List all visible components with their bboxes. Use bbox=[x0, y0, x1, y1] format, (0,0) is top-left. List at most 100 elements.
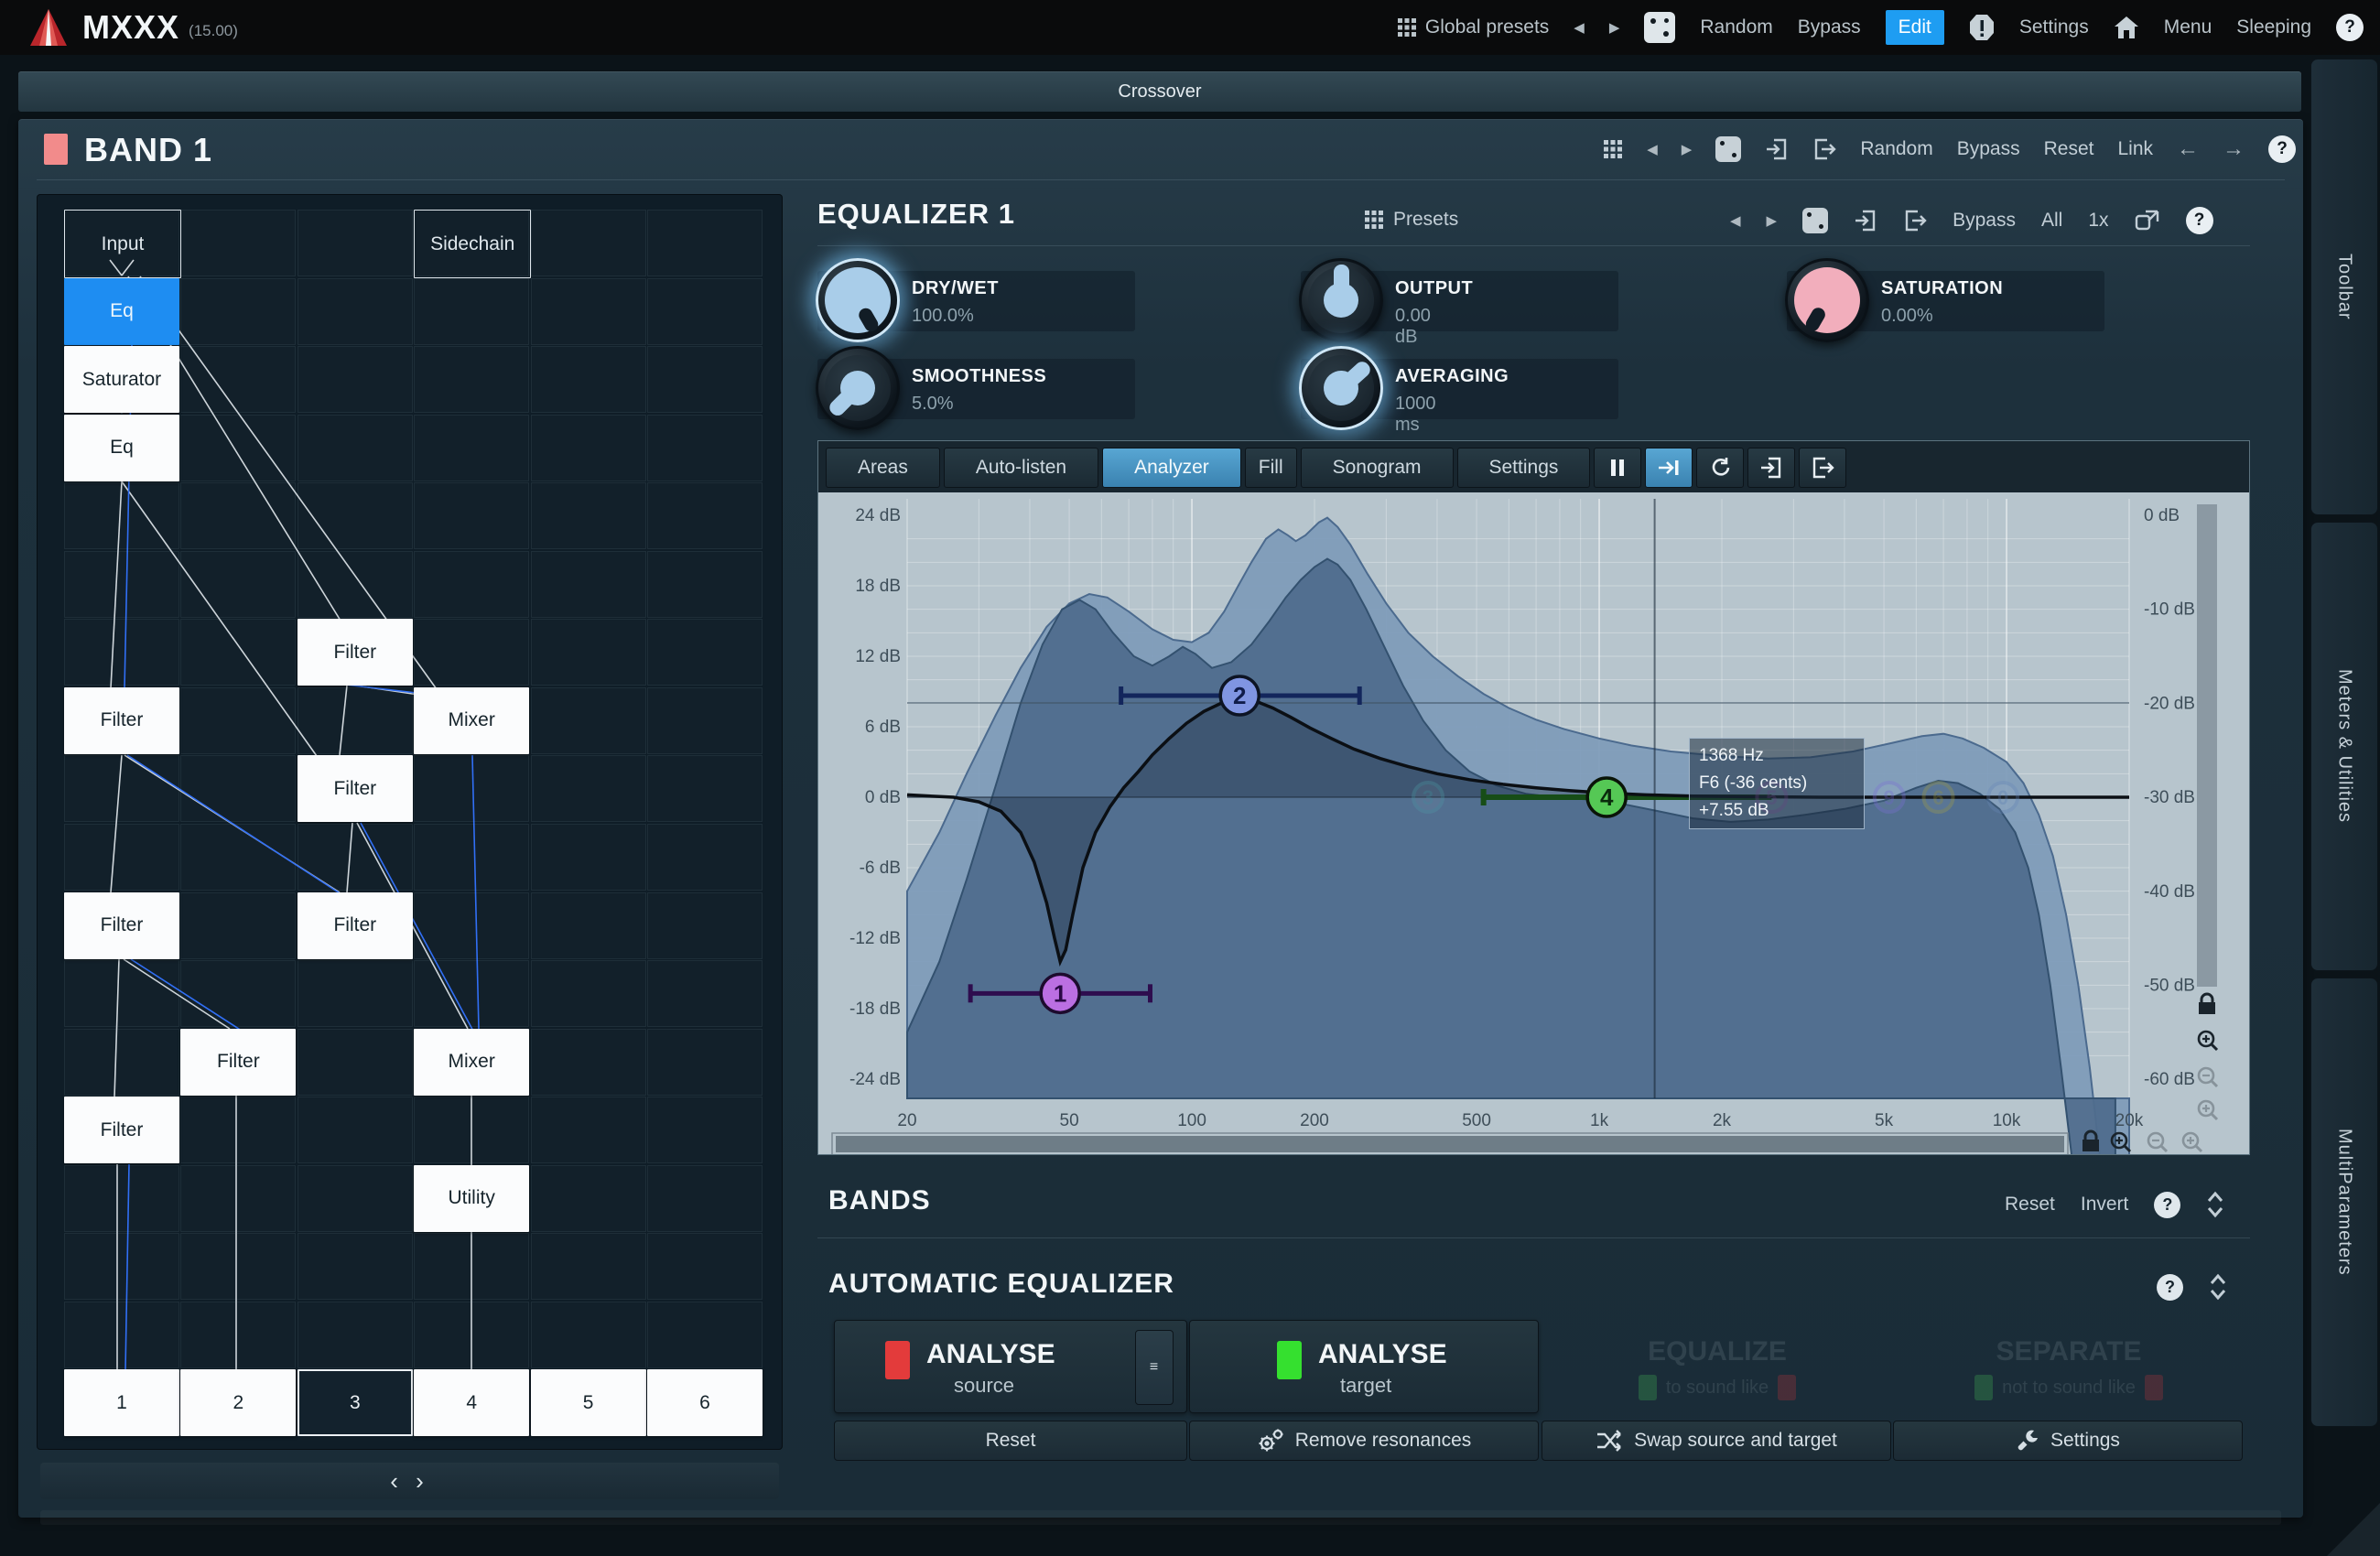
graph-tab-auto-listen[interactable]: Auto-listen bbox=[944, 448, 1098, 488]
node-output-5[interactable]: 5 bbox=[531, 1369, 646, 1436]
source-menu-button[interactable]: ≡ bbox=[1135, 1330, 1174, 1405]
output-knob[interactable] bbox=[1299, 258, 1383, 342]
dice-icon[interactable] bbox=[1644, 12, 1675, 43]
swap-source-target-button[interactable]: Swap source and target bbox=[1542, 1421, 1891, 1461]
node-filter-a[interactable]: Filter bbox=[298, 619, 413, 686]
averaging-knob[interactable] bbox=[1299, 346, 1383, 430]
dry-wet-knob[interactable] bbox=[816, 258, 900, 342]
node-filter-d[interactable]: Filter bbox=[64, 892, 179, 959]
next-preset-button[interactable]: ▶ bbox=[1609, 19, 1620, 36]
node-mixer-b[interactable]: Mixer bbox=[414, 1029, 529, 1096]
eq-band-point-1[interactable]: 1 bbox=[1041, 974, 1079, 1012]
collapse-expand-icon[interactable] bbox=[2209, 1272, 2227, 1302]
back-icon[interactable]: ← bbox=[2177, 136, 2199, 162]
node-filter-f[interactable]: Filter bbox=[180, 1029, 296, 1096]
band-link-button[interactable]: Link bbox=[2117, 138, 2153, 160]
dice-icon[interactable] bbox=[1715, 136, 1741, 162]
collapse-expand-icon[interactable] bbox=[2206, 1190, 2224, 1219]
node-output-4[interactable]: 4 bbox=[414, 1369, 529, 1436]
node-eq-selected[interactable]: Eq bbox=[64, 278, 179, 345]
detach-window-icon[interactable] bbox=[2135, 209, 2160, 232]
graph-h-scrollbar-thumb[interactable] bbox=[836, 1136, 2064, 1152]
normalize-icon[interactable] bbox=[1645, 448, 1693, 488]
eq-bypass-button[interactable]: Bypass bbox=[1953, 210, 2016, 232]
settings-button[interactable]: Settings bbox=[2019, 16, 2089, 38]
graph-tab-fill[interactable]: Fill bbox=[1245, 448, 1297, 488]
node-filter-g[interactable]: Filter bbox=[64, 1097, 179, 1163]
export-icon[interactable] bbox=[1812, 137, 1836, 161]
grid-icon[interactable] bbox=[1603, 139, 1623, 159]
export-icon[interactable] bbox=[1903, 209, 1927, 232]
remove-resonances-button[interactable]: Remove resonances bbox=[1189, 1421, 1539, 1461]
node-filter-c[interactable]: Filter bbox=[298, 755, 413, 822]
node-mixer-a[interactable]: Mixer bbox=[414, 687, 529, 754]
node-output-6[interactable]: 6 bbox=[647, 1369, 763, 1436]
global-presets-button[interactable]: Global presets bbox=[1397, 16, 1549, 38]
graph-v-scrollbar-thumb[interactable] bbox=[2197, 504, 2217, 987]
next-icon[interactable]: ▶ bbox=[1767, 212, 1778, 229]
node-output-3[interactable]: 3 bbox=[298, 1369, 413, 1436]
help-icon[interactable]: ? bbox=[2154, 1192, 2180, 1218]
smoothness-knob[interactable] bbox=[816, 346, 900, 430]
home-icon[interactable] bbox=[2114, 16, 2139, 39]
graph-tab-areas[interactable]: Areas bbox=[826, 448, 940, 488]
edit-button[interactable]: Edit bbox=[1886, 10, 1944, 45]
graph-tab-sonogram[interactable]: Sonogram bbox=[1301, 448, 1454, 488]
sleeping-status[interactable]: Sleeping bbox=[2236, 16, 2311, 38]
sidebar-tab-multiparameters[interactable]: MultiParameters bbox=[2310, 978, 2378, 1427]
crossover-bar[interactable]: Crossover bbox=[18, 71, 2301, 112]
auto-eq-settings-button[interactable]: Settings bbox=[1893, 1421, 2243, 1461]
prev-icon[interactable]: ◀ bbox=[1647, 141, 1658, 157]
node-eq-2[interactable]: Eq bbox=[64, 415, 179, 481]
eq-band-point-6-disabled[interactable]: 6 bbox=[1924, 783, 1953, 812]
forward-icon[interactable]: → bbox=[2223, 136, 2245, 162]
analyse-source-button[interactable]: ANALYSE source ≡ bbox=[834, 1320, 1187, 1413]
import-icon[interactable] bbox=[1747, 448, 1795, 488]
prev-preset-button[interactable]: ◀ bbox=[1574, 19, 1585, 36]
eq-band-point-9-disabled[interactable]: 9 bbox=[1875, 783, 1904, 812]
node-output-1[interactable]: 1 bbox=[64, 1369, 179, 1436]
bands-reset-button[interactable]: Reset bbox=[2005, 1194, 2055, 1216]
eq-band-point-2[interactable]: 2 bbox=[1220, 676, 1259, 715]
dice-icon[interactable] bbox=[1802, 208, 1828, 233]
prev-icon[interactable]: ◀ bbox=[1730, 212, 1741, 229]
help-icon[interactable]: ? bbox=[2157, 1274, 2183, 1301]
reset-zoom-icon[interactable] bbox=[1696, 448, 1744, 488]
auto-eq-reset-button[interactable]: Reset bbox=[834, 1421, 1187, 1461]
node-sidechain[interactable]: Sidechain bbox=[414, 210, 531, 278]
node-saturator[interactable]: Saturator bbox=[64, 346, 179, 413]
pause-icon[interactable] bbox=[1594, 448, 1641, 488]
eq-band-point-3-disabled[interactable]: 3 bbox=[1413, 783, 1443, 812]
eq-scale-button[interactable]: 1x bbox=[2088, 210, 2108, 232]
random-button[interactable]: Random bbox=[1700, 16, 1772, 38]
node-input[interactable]: Input bbox=[64, 210, 181, 278]
equalizer-presets-button[interactable]: Presets bbox=[1364, 209, 1458, 231]
band-random-button[interactable]: Random bbox=[1860, 138, 1932, 160]
resize-corner[interactable] bbox=[2327, 1503, 2380, 1556]
saturation-knob[interactable] bbox=[1785, 258, 1869, 342]
separate-button-disabled[interactable]: SEPARATE not to sound like bbox=[1897, 1320, 2241, 1411]
analyse-target-button[interactable]: ANALYSE target bbox=[1189, 1320, 1539, 1413]
eq-band-point-0-disabled[interactable]: 0 bbox=[1988, 783, 2018, 812]
eq-all-button[interactable]: All bbox=[2041, 210, 2062, 232]
menu-button[interactable]: Menu bbox=[2164, 16, 2212, 38]
graph-tab-analyzer[interactable]: Analyzer bbox=[1102, 448, 1241, 488]
node-filter-e[interactable]: Filter bbox=[298, 892, 413, 959]
node-utility[interactable]: Utility bbox=[414, 1165, 529, 1232]
node-panel-scrollbar[interactable]: ‹ › bbox=[40, 1463, 779, 1499]
bottom-strip[interactable] bbox=[40, 1510, 2281, 1525]
alert-icon[interactable] bbox=[1969, 14, 1995, 41]
node-filter-b[interactable]: Filter bbox=[64, 687, 179, 754]
sidebar-tab-toolbar[interactable]: Toolbar bbox=[2310, 59, 2378, 515]
graph-tab-settings[interactable]: Settings bbox=[1457, 448, 1591, 488]
bypass-button[interactable]: Bypass bbox=[1798, 16, 1861, 38]
sidebar-tab-meters-utilities[interactable]: Meters & Utilities bbox=[2310, 522, 2378, 971]
import-icon[interactable] bbox=[1765, 137, 1789, 161]
export-icon[interactable] bbox=[1799, 448, 1846, 488]
band-reset-button[interactable]: Reset bbox=[2044, 138, 2094, 160]
import-icon[interactable] bbox=[1854, 209, 1877, 232]
help-icon[interactable]: ? bbox=[2268, 135, 2296, 163]
bands-invert-button[interactable]: Invert bbox=[2081, 1194, 2129, 1216]
help-icon[interactable]: ? bbox=[2336, 14, 2364, 41]
next-icon[interactable]: ▶ bbox=[1682, 141, 1693, 157]
